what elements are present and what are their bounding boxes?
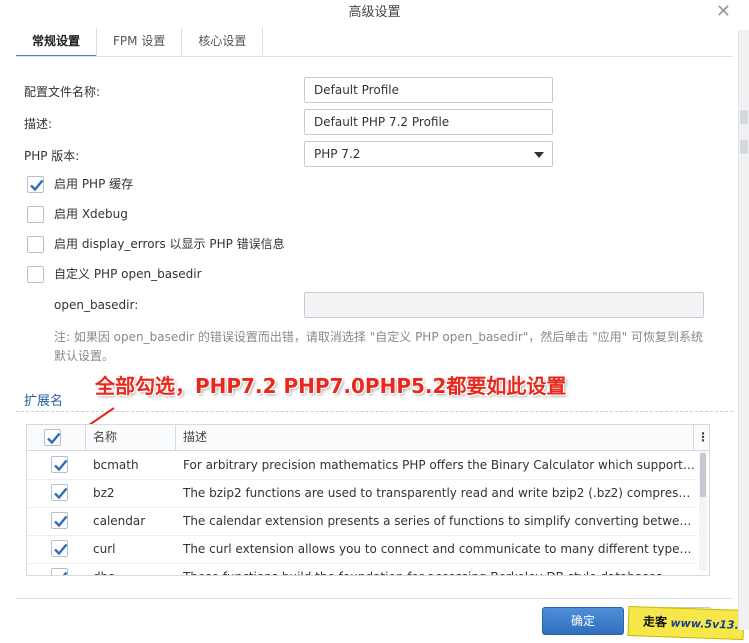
column-separator: [85, 425, 86, 450]
scrollbar-thumb[interactable]: [700, 453, 706, 497]
footer-divider: [16, 598, 733, 599]
tab-bar: 常规设置 FPM 设置 核心设置: [16, 28, 264, 57]
table-scrollbar[interactable]: [699, 451, 707, 571]
close-icon[interactable]: ✕: [716, 3, 731, 21]
column-separator: [175, 425, 176, 450]
row-checkbox[interactable]: [51, 512, 68, 529]
ok-button[interactable]: 确定: [542, 607, 624, 635]
php-version-label: PHP 版本:: [24, 149, 80, 163]
open-basedir-checkbox[interactable]: [27, 266, 44, 283]
extension-name: calendar: [93, 514, 146, 528]
xdebug-checkbox[interactable]: [27, 206, 44, 223]
extension-name: bcmath: [93, 458, 139, 472]
window-title: 高级设置: [0, 0, 749, 26]
tab-fpm[interactable]: FPM 设置: [97, 28, 183, 55]
background-window-edge: [738, 30, 749, 630]
table-row[interactable]: calendar The calendar extension presents…: [27, 507, 697, 536]
edge-mark: [740, 110, 748, 124]
extension-description: The bzip2 functions are used to transpar…: [183, 486, 695, 500]
description-value: Default PHP 7.2 Profile: [314, 115, 450, 129]
select-all-checkbox[interactable]: [44, 429, 61, 446]
extension-name: curl: [93, 542, 116, 556]
extension-description: The curl extension allows you to connect…: [183, 542, 695, 556]
table-row[interactable]: bcmath For arbitrary precision mathemati…: [27, 451, 697, 480]
extension-name: dba: [93, 563, 173, 575]
checkmark-icon: [47, 432, 61, 445]
extension-description: For arbitrary precision mathematics PHP …: [183, 458, 695, 472]
extensions-divider: [16, 411, 733, 412]
display-errors-checkbox[interactable]: [27, 236, 44, 253]
watermark-site: 走客: [642, 614, 668, 630]
table-row[interactable]: curl The curl extension allows you to co…: [27, 535, 697, 564]
extension-name: bz2: [93, 486, 115, 500]
checkmark-icon: [54, 515, 68, 528]
tab-core[interactable]: 核心设置: [182, 28, 264, 55]
annotation-text: 全部勾选，PHP7.2 PHP7.0PHP5.2都要如此设置: [95, 374, 567, 398]
open-basedir-note: 注: 如果因 open_basedir 的错误设置而出错，请取消选择 "自定义 …: [54, 330, 704, 363]
tabs-divider: [16, 56, 733, 57]
extension-description: The calendar extension presents a series…: [183, 514, 695, 528]
open-basedir-label: open_basedir:: [54, 298, 139, 312]
table-header: 名称 描述 ⋮: [27, 425, 709, 451]
site-watermark: 走客 www.5v13.com: [627, 605, 749, 641]
chevron-down-icon: [534, 152, 544, 158]
row-checkbox[interactable]: [51, 568, 68, 575]
php-version-value: PHP 7.2: [314, 147, 361, 161]
description-input[interactable]: Default PHP 7.2 Profile: [304, 109, 553, 135]
table-row[interactable]: bz2 The bzip2 functions are used to tran…: [27, 479, 697, 508]
row-checkbox[interactable]: [51, 484, 68, 501]
checkmark-icon: [62, 571, 68, 575]
window-title-text: 高级设置: [348, 5, 401, 20]
profile-name-value: Default Profile: [314, 83, 399, 97]
column-menu-icon[interactable]: ⋮: [697, 425, 709, 450]
open-basedir-input[interactable]: [304, 292, 704, 318]
column-header-name[interactable]: 名称: [93, 425, 117, 450]
extensions-section-title: 扩展名: [24, 394, 64, 409]
description-label: 描述:: [24, 117, 53, 131]
edge-mark: [740, 140, 748, 154]
php-cache-label: 启用 PHP 缓存: [54, 177, 134, 191]
checkmark-icon: [54, 487, 68, 500]
checkmark-icon: [54, 459, 68, 472]
extension-description: These functions build the foundation for…: [183, 563, 695, 575]
checkmark-icon: [30, 179, 44, 192]
open-basedir-checkbox-label: 自定义 PHP open_basedir: [54, 267, 202, 281]
xdebug-label: 启用 Xdebug: [54, 207, 128, 221]
row-checkbox[interactable]: [51, 456, 68, 473]
table-row[interactable]: dba These functions build the foundation…: [27, 563, 697, 575]
php-cache-checkbox[interactable]: [27, 176, 44, 193]
column-header-description[interactable]: 描述: [183, 425, 207, 450]
profile-name-label: 配置文件名称:: [24, 85, 101, 99]
tab-general[interactable]: 常规设置: [16, 28, 98, 57]
display-errors-label: 启用 display_errors 以显示 PHP 错误信息: [54, 237, 285, 251]
php-version-select[interactable]: PHP 7.2: [304, 141, 553, 167]
column-separator: [693, 425, 694, 450]
extensions-table: 名称 描述 ⋮ bcmath For arbitrary precision m…: [26, 424, 710, 576]
row-checkbox[interactable]: [51, 540, 68, 557]
profile-name-input[interactable]: Default Profile: [304, 77, 553, 103]
checkmark-icon: [54, 543, 68, 556]
